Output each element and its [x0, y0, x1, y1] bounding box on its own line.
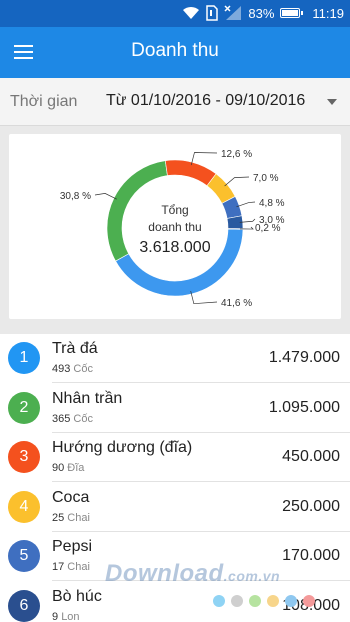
- item-quantity: 493 Cốc: [52, 363, 93, 375]
- slice-leader-line: [224, 176, 250, 187]
- item-unit: Chai: [67, 561, 90, 573]
- slice-leader-line: [94, 193, 117, 200]
- item-amount: 450.000: [282, 448, 340, 465]
- item-amount: 250.000: [282, 497, 340, 515]
- slice-percent-label: 30,8 %: [60, 191, 91, 202]
- slice-percent-label: 41,6 %: [221, 298, 252, 309]
- rank-badge: 2: [8, 391, 40, 424]
- rank-badge: 3: [8, 441, 40, 473]
- total-revenue-value: 3.618.000: [139, 239, 210, 256]
- item-quantity: 9 Lon: [52, 610, 80, 622]
- center-label: doanh thu: [148, 220, 201, 234]
- rank-badge: 4: [8, 490, 40, 523]
- status-bar: 83% 11:19: [0, 0, 350, 27]
- item-unit: Lon: [61, 610, 80, 622]
- donut-slice: [164, 159, 217, 187]
- list-item[interactable]: 3 Hướng dương (đĩa) 90 Đĩa 450.000: [0, 433, 350, 482]
- item-unit: Đĩa: [67, 462, 85, 474]
- item-unit: Chai: [67, 511, 90, 524]
- item-name: Trà đá: [52, 340, 98, 357]
- watermark-logo: Download.com.vn: [105, 560, 280, 588]
- rank-badge: 5: [8, 540, 40, 572]
- battery-percent: 83%: [248, 5, 275, 21]
- slice-percent-label: 4,8 %: [259, 198, 285, 209]
- sim-icon: [206, 5, 219, 21]
- watermark-suffix: .com.vn: [223, 568, 281, 584]
- slice-leader-line: [236, 201, 256, 208]
- list-item[interactable]: 4 Coca 25 Chai 250.000: [0, 483, 350, 532]
- item-name: Bò húc: [52, 587, 102, 605]
- signal-icon: [224, 5, 242, 20]
- item-quantity: 17 Chai: [52, 561, 90, 573]
- page-title: Doanh thu: [131, 40, 219, 61]
- item-amount: 1.095.000: [268, 398, 340, 416]
- item-name: Hướng dương (đĩa): [52, 439, 193, 456]
- watermark-dots: [213, 595, 315, 607]
- battery-icon: [280, 8, 304, 18]
- slice-percent-label: 7,0 %: [253, 173, 279, 184]
- slice-percent-label: 12,6 %: [221, 149, 252, 160]
- rank-badge: 1: [8, 342, 40, 374]
- item-unit: Cốc: [73, 412, 93, 425]
- status-icons: 83% 11:19: [182, 5, 344, 21]
- date-range-value[interactable]: Từ 01/10/2016 - 09/10/2016: [106, 92, 305, 110]
- item-quantity: 365 Cốc: [52, 412, 93, 425]
- list-item[interactable]: 2 Nhân trần 365 Cốc 1.095.000: [0, 384, 350, 433]
- item-quantity: 90 Đĩa: [52, 462, 85, 474]
- revenue-donut-chart: 41,6 %30,8 %12,6 %7,0 %4,8 %3,0 %0,2 %Tổ…: [60, 149, 285, 309]
- item-name: Coca: [52, 488, 90, 506]
- item-amount: 170.000: [282, 547, 340, 564]
- center-label: Tổng: [161, 203, 188, 217]
- item-amount: 1.479.000: [268, 349, 340, 366]
- list-item[interactable]: 1 Trà đá 493 Cốc 1.479.000: [0, 334, 350, 383]
- item-name: Pepsi: [52, 538, 93, 555]
- item-quantity: 25 Chai: [52, 511, 90, 524]
- item-name: Nhân trần: [52, 389, 123, 407]
- app-bar: Doanh thu: [0, 27, 350, 78]
- rank-badge: 6: [8, 589, 40, 622]
- slice-percent-label: 0,2 %: [255, 223, 281, 234]
- revenue-chart-card: 41,6 % 30,8 % 12,6 % 7,0 % 4,8 % 3,0 % 0,2 % Tổ…: [9, 134, 341, 319]
- wifi-icon: [183, 6, 200, 19]
- item-unit: Cốc: [73, 363, 93, 375]
- filter-label: Thời gian: [10, 93, 78, 110]
- dropdown-arrow-icon[interactable]: [327, 99, 337, 105]
- clock: 11:19: [312, 5, 344, 21]
- watermark-main: Download: [105, 560, 224, 587]
- date-range-filter[interactable]: Thời gian Từ 01/10/2016 - 09/10/2016: [0, 78, 350, 126]
